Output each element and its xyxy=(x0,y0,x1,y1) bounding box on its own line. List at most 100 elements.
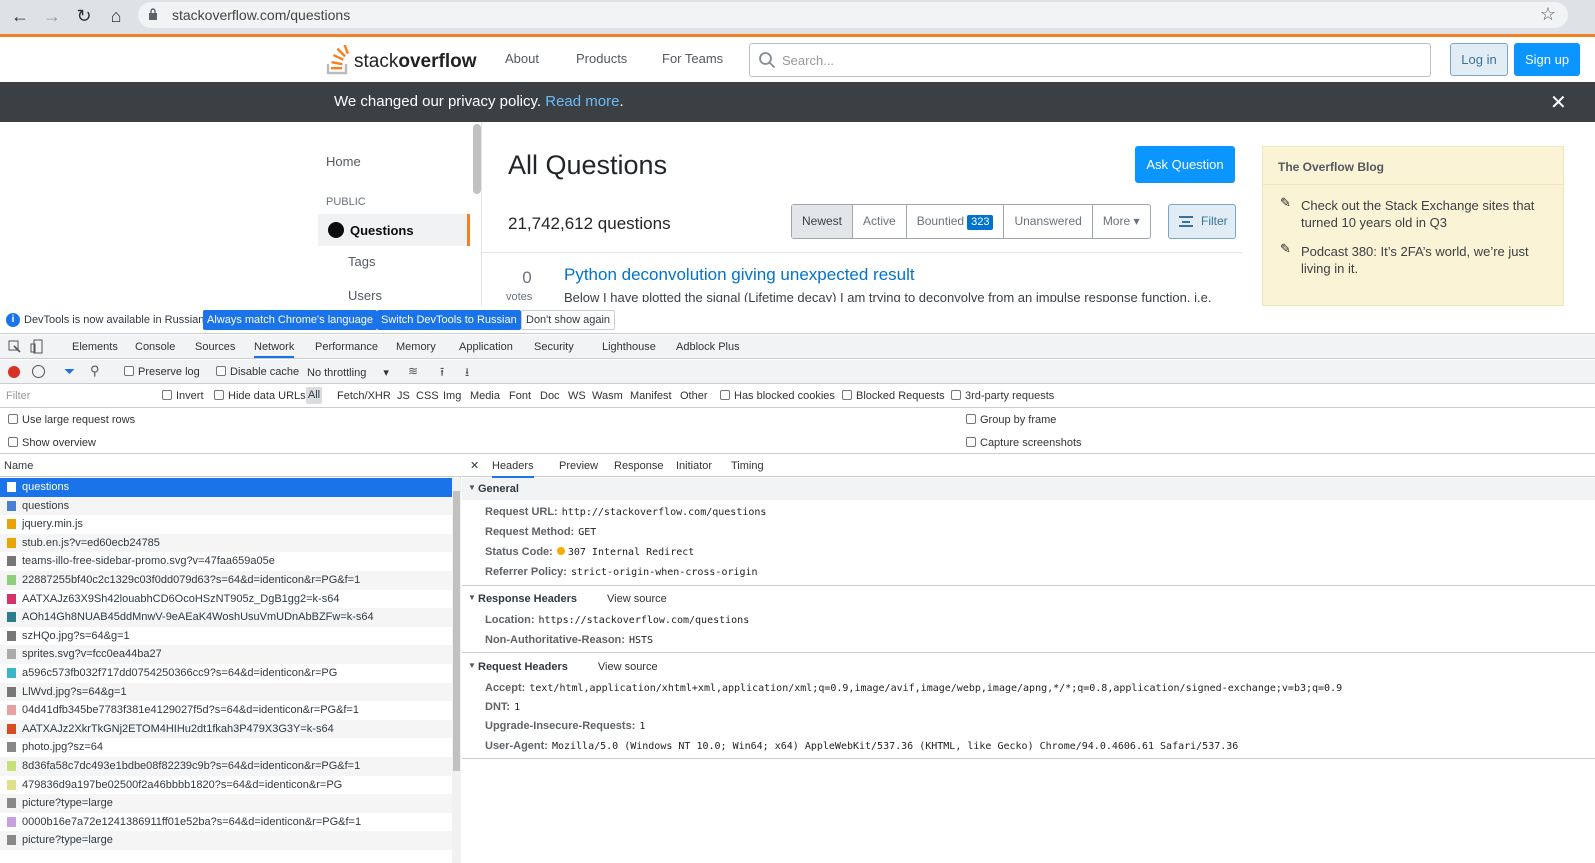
request-row[interactable]: picture?type=large xyxy=(0,794,452,813)
has-blocked-cookies-checkbox[interactable]: Has blocked cookies xyxy=(720,390,835,402)
sidebar-item-questions[interactable]: Questions xyxy=(318,214,470,246)
tab-headers[interactable]: Headers xyxy=(492,460,534,478)
always-match-language-button[interactable]: Always match Chrome's language xyxy=(203,310,377,330)
filter-type-other[interactable]: Other xyxy=(680,390,708,402)
request-row[interactable]: a596c573fb032f717dd0754250366cc9?s=64&d=… xyxy=(0,664,452,683)
nav-about[interactable]: About xyxy=(505,51,539,66)
blog-item-link[interactable]: Podcast 380: It’s 2FA’s world, we’re jus… xyxy=(1301,243,1551,277)
export-har-icon[interactable]: ⭳ xyxy=(465,363,469,384)
response-headers-section-header[interactable]: ▼ Response Headers View source xyxy=(462,588,1595,610)
back-icon[interactable]: ← xyxy=(8,4,32,28)
throttling-select[interactable]: No throttling ▾ xyxy=(307,366,389,379)
view-source-link[interactable]: View source xyxy=(598,661,658,673)
network-conditions-icon[interactable]: ≋ xyxy=(408,364,418,378)
filter-type-manifest[interactable]: Manifest xyxy=(630,390,672,402)
clear-icon[interactable] xyxy=(32,365,45,378)
request-row[interactable]: teams-illo-free-sidebar-promo.svg?v=47fa… xyxy=(0,552,452,571)
group-by-frame-checkbox[interactable]: Group by frame xyxy=(966,414,1056,426)
tab-unanswered[interactable]: Unanswered xyxy=(1004,205,1093,238)
sidebar-scrollbar[interactable] xyxy=(473,124,481,194)
nav-for-teams[interactable]: For Teams xyxy=(662,51,723,66)
ask-question-button[interactable]: Ask Question xyxy=(1135,146,1235,183)
forward-icon[interactable]: → xyxy=(40,4,64,28)
close-icon[interactable]: ✕ xyxy=(470,459,479,472)
show-overview-checkbox[interactable]: Show overview xyxy=(8,437,96,449)
bookmark-star-icon[interactable]: ☆ xyxy=(1540,4,1556,25)
filter-type-fetch-xhr[interactable]: Fetch/XHR xyxy=(337,390,391,402)
sidebar-item-home[interactable]: Home xyxy=(326,154,361,169)
tab-sources[interactable]: Sources xyxy=(195,341,235,353)
request-row[interactable]: 479836d9a197be02500f2a46bbbb1820?s=64&d=… xyxy=(0,776,452,795)
filter-input[interactable]: Filter xyxy=(6,390,146,402)
filter-type-js[interactable]: JS xyxy=(397,390,410,402)
name-column-header[interactable]: Name xyxy=(0,455,461,477)
filter-type-css[interactable]: CSS xyxy=(416,390,439,402)
request-row[interactable]: AATXAJz2XkrTkGNj2ETOM4HIHu2dt1fkah3P479X… xyxy=(0,719,452,739)
third-party-requests-checkbox[interactable]: 3rd-party requests xyxy=(951,390,1054,402)
tab-initiator[interactable]: Initiator xyxy=(676,460,712,472)
request-headers-section-header[interactable]: ▼ Request Headers View source xyxy=(462,656,1595,678)
request-row[interactable]: photo.jpg?sz=64 xyxy=(0,738,452,757)
tab-application[interactable]: Application xyxy=(459,341,513,353)
request-row[interactable]: 0000b16e7a72e1241386911ff01e52ba?s=64&d=… xyxy=(0,813,452,832)
filter-type-font[interactable]: Font xyxy=(509,390,531,402)
tab-bountied[interactable]: Bountied 323 xyxy=(907,205,1005,238)
address-bar[interactable]: stackoverflow.com/questions ☆ xyxy=(138,2,1568,28)
reload-icon[interactable]: ↻ xyxy=(72,4,96,28)
tab-console[interactable]: Console xyxy=(135,341,175,353)
request-row[interactable]: LlWvd.jpg?s=64&g=1 xyxy=(0,682,452,702)
tab-response[interactable]: Response xyxy=(614,460,664,472)
tab-active[interactable]: Active xyxy=(853,205,907,238)
request-list-scrollbar[interactable] xyxy=(452,478,461,863)
filter-type-doc[interactable]: Doc xyxy=(540,390,560,402)
request-row[interactable]: questions xyxy=(0,496,452,516)
tab-preview[interactable]: Preview xyxy=(559,460,598,472)
filter-button[interactable]: Filter xyxy=(1168,204,1236,239)
view-source-link[interactable]: View source xyxy=(607,593,667,605)
home-icon[interactable]: ⌂ xyxy=(104,4,128,28)
disable-cache-checkbox[interactable]: Disable cache xyxy=(216,366,299,378)
close-icon[interactable]: ✕ xyxy=(1550,90,1567,115)
request-row[interactable]: szHQo.jpg?s=64&g=1 xyxy=(0,627,452,646)
request-row[interactable]: jquery.min.js xyxy=(0,515,452,534)
filter-type-media[interactable]: Media xyxy=(470,390,500,402)
question-title-link[interactable]: Python deconvolution giving unexpected r… xyxy=(564,265,915,285)
search-icon[interactable]: ⚲ xyxy=(90,363,100,379)
filter-type-all[interactable]: All xyxy=(306,387,322,404)
blocked-requests-checkbox[interactable]: Blocked Requests xyxy=(842,390,945,402)
request-row[interactable]: 04d41dfb345be7783f381e4129027f5d?s=64&d=… xyxy=(0,701,452,720)
request-row[interactable]: picture?type=large xyxy=(0,831,452,850)
sidebar-item-tags[interactable]: Tags xyxy=(348,254,375,269)
nav-products[interactable]: Products xyxy=(576,51,627,66)
request-row[interactable]: stub.en.js?v=ed60ecb24785 xyxy=(0,533,452,553)
switch-to-russian-button[interactable]: Switch DevTools to Russian xyxy=(377,310,521,330)
tab-lighthouse[interactable]: Lighthouse xyxy=(602,341,656,353)
large-rows-checkbox[interactable]: Use large request rows xyxy=(8,414,135,426)
login-button[interactable]: Log in xyxy=(1450,43,1508,76)
inspect-element-icon[interactable] xyxy=(8,340,21,353)
blog-item-link[interactable]: Check out the Stack Exchange sites that … xyxy=(1301,197,1551,231)
tab-network[interactable]: Network xyxy=(254,341,295,358)
tab-security[interactable]: Security xyxy=(534,341,574,353)
import-har-icon[interactable]: ⭱ xyxy=(440,363,444,384)
tab-adblock-plus[interactable]: Adblock Plus xyxy=(676,341,740,353)
request-row[interactable]: AATXAJz63X9Sh42louabhCD6OcoHSzNT905z_DgB… xyxy=(0,590,452,609)
tab-newest[interactable]: Newest xyxy=(792,205,854,238)
request-row[interactable]: 8d36fa58c7dc493e1bdbe08f82239c9b?s=64&d=… xyxy=(0,757,452,776)
invert-checkbox[interactable]: Invert xyxy=(162,390,204,402)
filter-type-ws[interactable]: WS xyxy=(568,390,586,402)
tab-more[interactable]: More ▾ xyxy=(1093,205,1150,238)
tab-elements[interactable]: Elements xyxy=(72,341,118,353)
request-row[interactable]: 22887255bf40c2c1329c03f0dd079d63?s=64&d=… xyxy=(0,571,452,590)
filter-type-wasm[interactable]: Wasm xyxy=(592,390,623,402)
request-row[interactable]: sprites.svg?v=fcc0ea44ba27 xyxy=(0,645,452,664)
general-section-header[interactable]: ▼ General xyxy=(462,478,1595,500)
tab-performance[interactable]: Performance xyxy=(315,341,378,353)
request-row[interactable]: AOh14Gh8NUAB45ddMnwV-9eAEaK4WoshUsuVmUDn… xyxy=(0,608,452,627)
tab-memory[interactable]: Memory xyxy=(396,341,436,353)
sidebar-item-users[interactable]: Users xyxy=(348,288,382,303)
filter-funnel-icon[interactable]: ⏷ xyxy=(64,363,75,380)
capture-screenshots-checkbox[interactable]: Capture screenshots xyxy=(966,437,1082,449)
preserve-log-checkbox[interactable]: Preserve log xyxy=(124,366,200,378)
filter-type-img[interactable]: Img xyxy=(443,390,461,402)
